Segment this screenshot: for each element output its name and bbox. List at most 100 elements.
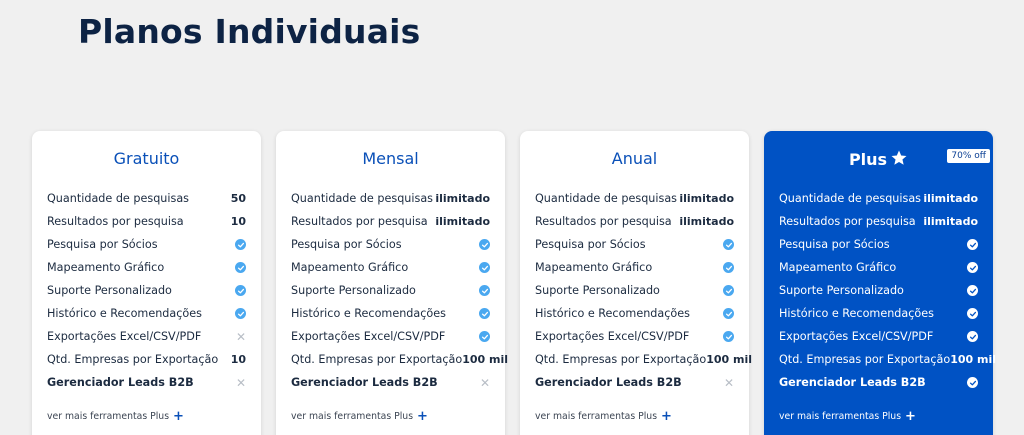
page-title: Planos Individuais: [78, 12, 421, 51]
check-circle-icon: [235, 285, 246, 296]
feature-value: 50: [230, 192, 246, 205]
feature-row: Qtd. Empresas por Exportação 100 mil: [535, 348, 752, 371]
check-circle-icon: [967, 377, 978, 388]
feature-row: Resultados por pesquisa ilimitado: [779, 210, 978, 233]
check-circle-icon: [235, 308, 246, 319]
see-more-tools-link[interactable]: ver mais ferramentas Plus +: [291, 409, 428, 424]
feature-list: Quantidade de pesquisas ilimitado Resultad…: [291, 187, 508, 394]
feature-label: Pesquisa por Sócios: [291, 238, 402, 251]
plus-icon: +: [417, 409, 428, 424]
feature-row: Pesquisa por Sócios: [47, 233, 246, 256]
feature-label: Qtd. Empresas por Exportação: [535, 353, 707, 366]
feature-value: 10: [230, 353, 246, 366]
check-circle-icon: [723, 331, 734, 342]
close-icon: ✕: [235, 329, 246, 344]
star-icon: [890, 149, 908, 166]
feature-row: Exportações Excel/CSV/PDF: [779, 325, 978, 348]
feature-label: Qtd. Empresas por Exportação: [291, 353, 463, 366]
feature-row: Mapeamento Gráfico: [535, 256, 734, 279]
plus-icon: +: [905, 409, 916, 424]
feature-row: Qtd. Empresas por Exportação 100 mil: [291, 348, 508, 371]
feature-row: Histórico e Recomendações: [291, 302, 490, 325]
check-circle-icon: [479, 285, 490, 296]
feature-list: Quantidade de pesquisas ilimitado Resultad…: [779, 187, 996, 394]
feature-label: Histórico e Recomendações: [779, 307, 934, 320]
see-more-label: ver mais ferramentas Plus: [779, 411, 902, 422]
plan-card-mensal[interactable]: Mensal Quantidade de pesquisas ilimitado Re…: [276, 131, 508, 435]
feature-value: 100 mil: [950, 353, 997, 366]
feature-label: Gerenciador Leads B2B: [535, 376, 682, 389]
feature-value: ilimitado: [679, 192, 734, 205]
feature-row: Resultados por pesquisa ilimitado: [535, 210, 734, 233]
feature-row: Suporte Personalizado: [291, 279, 490, 302]
see-more-tools-link[interactable]: ver mais ferramentas Plus +: [47, 409, 184, 424]
feature-row: Histórico e Recomendações: [535, 302, 734, 325]
feature-row: Pesquisa por Sócios: [535, 233, 734, 256]
feature-label: Suporte Personalizado: [47, 284, 172, 297]
feature-label: Pesquisa por Sócios: [47, 238, 158, 251]
feature-value: ilimitado: [435, 215, 490, 228]
feature-label: Suporte Personalizado: [291, 284, 416, 297]
feature-row: Pesquisa por Sócios: [291, 233, 490, 256]
plan-card-gratuito[interactable]: Gratuito Quantidade de pesquisas 50 Resulta…: [32, 131, 261, 435]
feature-row: Resultados por pesquisa 10: [47, 210, 246, 233]
feature-value: ilimitado: [923, 215, 978, 228]
feature-row: Histórico e Recomendações: [779, 302, 978, 325]
feature-row: Suporte Personalizado: [779, 279, 978, 302]
check-circle-icon: [479, 262, 490, 273]
see-more-label: ver mais ferramentas Plus: [291, 411, 414, 422]
feature-row: Pesquisa por Sócios: [779, 233, 978, 256]
see-more-tools-link[interactable]: ver mais ferramentas Plus +: [535, 409, 672, 424]
feature-label: Pesquisa por Sócios: [779, 238, 890, 251]
feature-row: Qtd. Empresas por Exportação 100 mil: [779, 348, 996, 371]
feature-row: Exportações Excel/CSV/PDF: [535, 325, 734, 348]
feature-row: Mapeamento Gráfico: [47, 256, 246, 279]
close-icon: ✕: [235, 375, 246, 390]
check-circle-icon: [723, 239, 734, 250]
feature-label: Gerenciador Leads B2B: [291, 376, 438, 389]
feature-label: Suporte Personalizado: [779, 284, 904, 297]
feature-list: Quantidade de pesquisas ilimitado Resultad…: [535, 187, 752, 394]
plan-card-anual[interactable]: Anual Quantidade de pesquisas ilimitado Res…: [520, 131, 752, 435]
see-more-tools-link[interactable]: ver mais ferramentas Plus +: [779, 409, 916, 424]
plus-icon: +: [661, 409, 672, 424]
feature-value: ilimitado: [679, 215, 734, 228]
feature-label: Suporte Personalizado: [535, 284, 660, 297]
feature-value: 100 mil: [706, 353, 753, 366]
feature-label: Mapeamento Gráfico: [47, 261, 165, 274]
check-circle-icon: [967, 285, 978, 296]
plus-icon: +: [173, 409, 184, 424]
feature-row: Mapeamento Gráfico: [779, 256, 978, 279]
feature-row: Qtd. Empresas por Exportação 10: [47, 348, 246, 371]
check-circle-icon: [723, 262, 734, 273]
feature-label: Quantidade de pesquisas: [535, 192, 678, 205]
close-icon: ✕: [479, 375, 490, 390]
feature-label: Mapeamento Gráfico: [291, 261, 409, 274]
check-circle-icon: [967, 308, 978, 319]
feature-label: Histórico e Recomendações: [535, 307, 690, 320]
feature-row: Gerenciador Leads B2B ✕: [535, 371, 734, 394]
feature-label: Qtd. Empresas por Exportação: [779, 353, 951, 366]
check-circle-icon: [479, 239, 490, 250]
plan-title: Mensal: [276, 149, 505, 168]
feature-label: Exportações Excel/CSV/PDF: [291, 330, 446, 343]
plan-name: Mensal: [362, 149, 419, 168]
see-more-label: ver mais ferramentas Plus: [535, 411, 658, 422]
feature-label: Pesquisa por Sócios: [535, 238, 646, 251]
feature-label: Resultados por pesquisa: [47, 215, 184, 228]
check-circle-icon: [967, 262, 978, 273]
feature-label: Exportações Excel/CSV/PDF: [535, 330, 690, 343]
feature-row: Suporte Personalizado: [47, 279, 246, 302]
check-circle-icon: [479, 331, 490, 342]
plan-name: Gratuito: [113, 149, 180, 168]
feature-row: Histórico e Recomendações: [47, 302, 246, 325]
feature-row: Quantidade de pesquisas ilimitado: [779, 187, 978, 210]
close-icon: ✕: [723, 375, 734, 390]
plan-card-plus[interactable]: Plus 70% off Quantidade de pesquisas ilimit…: [764, 131, 996, 435]
feature-label: Quantidade de pesquisas: [47, 192, 190, 205]
feature-row: Exportações Excel/CSV/PDF: [291, 325, 490, 348]
feature-value: ilimitado: [923, 192, 978, 205]
feature-label: Histórico e Recomendações: [47, 307, 202, 320]
check-circle-icon: [479, 308, 490, 319]
feature-row: Exportações Excel/CSV/PDF ✕: [47, 325, 246, 348]
